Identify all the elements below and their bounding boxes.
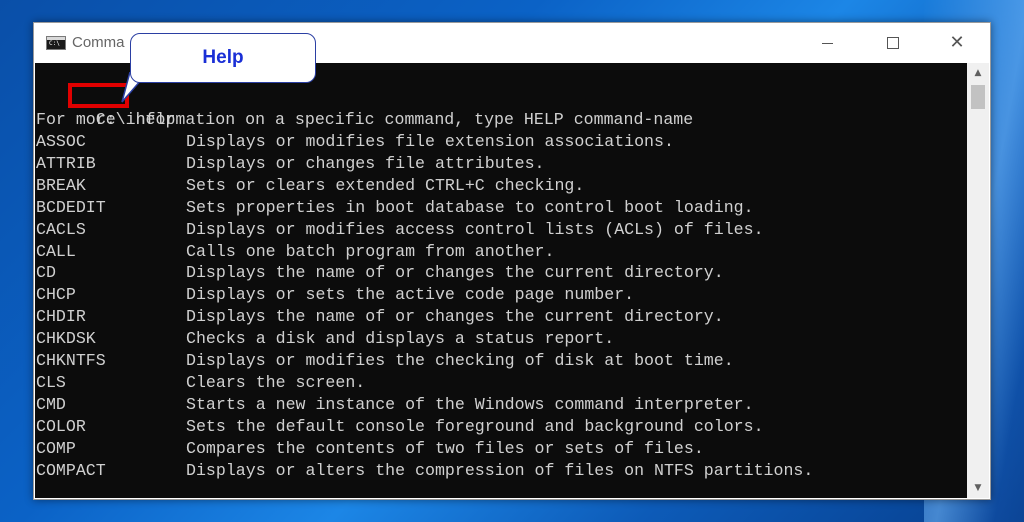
command-row: CLS Clears the screen. [36, 372, 956, 394]
command-description: Clears the screen. [186, 372, 366, 392]
command-description: Compares the contents of two files or se… [186, 438, 704, 458]
command-row: COMPACT Displays or alters the compressio… [36, 460, 956, 482]
command-name: COLOR [36, 416, 86, 436]
scroll-down-button[interactable]: ▼ [967, 478, 989, 498]
command-description: Calls one batch program from another. [186, 241, 555, 261]
scrollbar-thumb[interactable] [971, 85, 985, 109]
console-output[interactable]: C:\ help For more information on a speci… [35, 63, 967, 498]
command-row: CHCP Displays or sets the active code pag… [36, 284, 956, 306]
command-name: BREAK [36, 175, 86, 195]
command-description: Displays or modifies access control list… [186, 219, 764, 239]
command-row: CD Displays the name of or changes the cu… [36, 262, 956, 284]
command-description: Displays or modifies the checking of dis… [186, 351, 734, 370]
maximize-button[interactable] [870, 23, 916, 63]
command-description: Displays or alters the compression of fi… [186, 460, 814, 480]
command-name: CHKDSK [36, 329, 96, 349]
command-row: ATTRIB Displays or changes file attribute… [36, 153, 956, 175]
close-icon: ✕ [949, 32, 965, 53]
console-icon [46, 36, 66, 50]
command-description: Displays the name of or changes the curr… [186, 263, 724, 283]
close-button[interactable]: ✕ [934, 23, 980, 63]
command-name: CLS [36, 372, 66, 392]
command-description: Displays the name of or changes the curr… [186, 307, 724, 327]
command-row: CACLS Displays or modifies access control… [36, 219, 956, 241]
command-row: BREAK Sets or clears extended CTRL+C chec… [36, 175, 956, 197]
command-name: ASSOC [36, 132, 86, 151]
command-name: CD [36, 263, 56, 283]
minimize-icon [821, 42, 833, 44]
command-row: CHKDSK Checks a disk and displays a statu… [36, 328, 956, 350]
command-name: ATTRIB [36, 153, 96, 173]
command-row: CMD Starts a new instance of the Windows … [36, 394, 956, 416]
command-description: Displays or changes file attributes. [186, 153, 545, 173]
chevron-up-icon: ▲ [974, 68, 982, 78]
command-row: COMP Compares the contents of two files o… [36, 438, 956, 460]
minimize-button[interactable] [804, 23, 850, 63]
vertical-scrollbar[interactable]: ▲ ▼ [967, 63, 989, 498]
intro-line: For more information on a specific comma… [36, 110, 694, 129]
command-row: CALL Calls one batch program from another… [36, 241, 956, 263]
command-name: COMPACT [36, 460, 106, 480]
help-callout: Help [130, 33, 316, 83]
command-description: Starts a new instance of the Windows com… [186, 394, 754, 414]
callout-label: Help [202, 47, 244, 68]
command-name: CHDIR [36, 307, 86, 327]
command-name: CACLS [36, 219, 86, 239]
command-name: CHCP [36, 285, 76, 305]
command-description: Sets the default console foreground and … [186, 416, 764, 436]
command-prompt-window: Comma ✕ C:\ help For more information on… [33, 22, 991, 500]
window-title: Comma [72, 34, 125, 51]
command-row: CHKNTFS Displays or modifies the checking… [36, 350, 956, 372]
command-name: CALL [36, 241, 76, 261]
chevron-down-icon: ▼ [974, 483, 982, 493]
command-name: BCDEDIT [36, 197, 106, 217]
command-row: CHDIR Displays the name of or changes the… [36, 306, 956, 328]
scroll-up-button[interactable]: ▲ [967, 63, 989, 83]
command-name: CHKNTFS [36, 351, 106, 370]
command-description: Sets properties in boot database to cont… [186, 197, 754, 217]
command-row: BCDEDIT Sets properties in boot database … [36, 197, 956, 219]
command-row: COLOR Sets the default console foreground… [36, 416, 956, 438]
maximize-icon [887, 37, 899, 49]
command-description: Displays or modifies file extension asso… [186, 132, 674, 151]
command-description: Checks a disk and displays a status repo… [186, 329, 615, 349]
command-description: Sets or clears extended CTRL+C checking. [186, 175, 585, 195]
command-description: Displays or sets the active code page nu… [186, 285, 635, 305]
command-name: CMD [36, 394, 66, 414]
command-row: ASSOC Displays or modifies file extension… [36, 131, 956, 153]
command-name: COMP [36, 438, 76, 458]
